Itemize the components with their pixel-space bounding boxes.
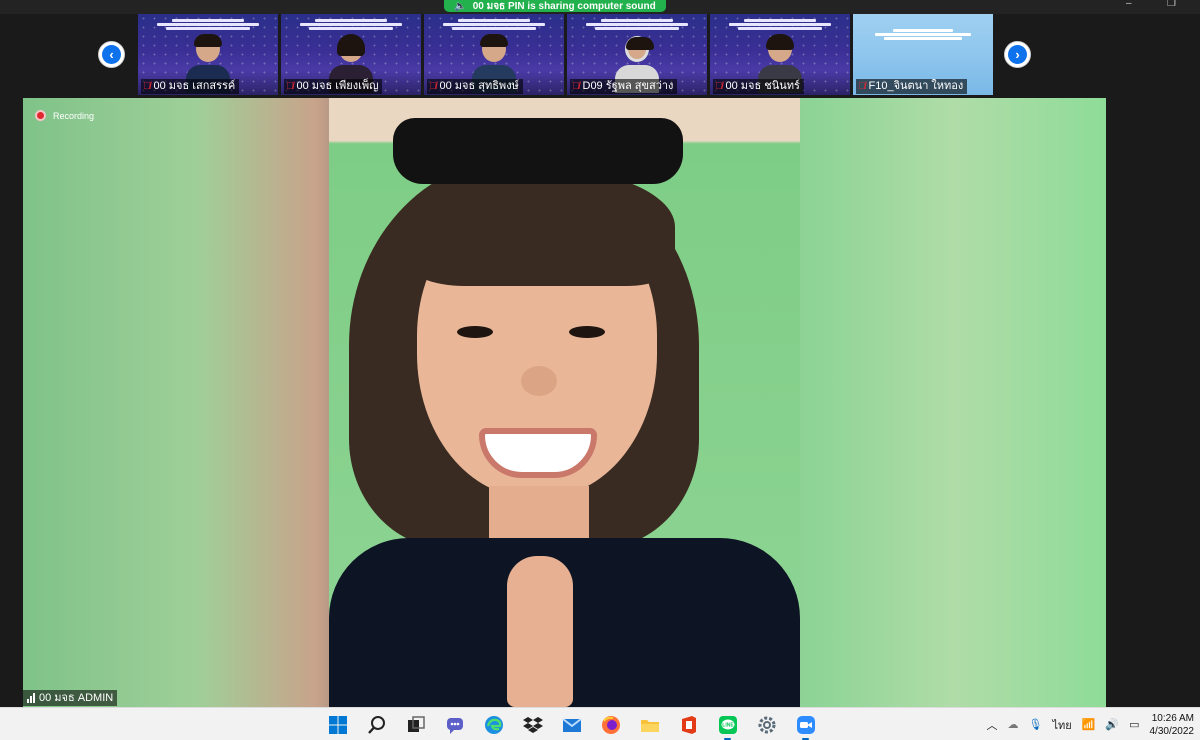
windows-taskbar: LINE ︿ ☁ 🎙 ไทย 📶 🔊 ▭ 10:26 AM 4/30/2022: [0, 707, 1200, 740]
sharing-sound-banner[interactable]: 🔈 00 มจธ PIN is sharing computer sound: [444, 0, 666, 12]
record-icon: [35, 110, 46, 121]
speaker-icon: 🔈: [454, 0, 467, 12]
mic-muted-icon: 🎙̸: [143, 81, 151, 92]
event-banner: [720, 18, 840, 32]
sharing-sound-text: 00 มจธ PIN is sharing computer sound: [472, 0, 656, 12]
participant-name-tag: 🎙̸ 00 มจธ สุทธิพงษ์: [427, 79, 523, 94]
office-icon: [681, 715, 696, 734]
folder-icon: [640, 719, 659, 732]
participant-tile[interactable]: 🎙̸ D09 รัฐพล สุขสว่าง: [567, 14, 707, 95]
participant-tile[interactable]: 🎙̸ 00 มจธ สุทธิพงษ์: [424, 14, 564, 95]
search-icon: [367, 715, 385, 734]
chevron-right-icon: ›: [1008, 45, 1027, 64]
system-tray: ︿ ☁ 🎙 ไทย 📶 🔊 ▭ 10:26 AM 4/30/2022: [986, 710, 1194, 739]
svg-text:LINE: LINE: [722, 722, 734, 728]
edge-icon: [484, 715, 503, 734]
office-button[interactable]: [674, 712, 703, 737]
gallery-prev-button[interactable]: ‹: [98, 41, 125, 68]
participant-name-tag: 🎙̸ D09 รัฐพล สุขสว่าง: [570, 79, 678, 94]
recording-indicator: Recording: [35, 110, 94, 121]
dropbox-icon: [522, 716, 543, 733]
settings-button[interactable]: [752, 712, 781, 737]
search-button[interactable]: [362, 712, 391, 737]
speaker-camera-feed: [329, 98, 800, 707]
line-button[interactable]: LINE: [713, 712, 742, 740]
participant-name-tag: 🎙̸ 00 มจธ เพียงเพ็ญ: [284, 79, 383, 94]
wifi-icon[interactable]: 📶: [1082, 718, 1096, 731]
event-banner: [291, 18, 411, 32]
chat-icon: [446, 717, 463, 734]
language-indicator[interactable]: ไทย: [1052, 716, 1071, 734]
sunglasses: [393, 118, 683, 184]
start-button[interactable]: [323, 712, 352, 737]
mic-muted-icon: 🎙̸: [858, 81, 866, 92]
event-banner: [148, 18, 268, 32]
recording-label: Recording: [53, 110, 95, 121]
speaker-name-tag: 00 มจธ ADMIN: [23, 690, 118, 706]
firefox-button[interactable]: [596, 712, 625, 737]
participant-tile[interactable]: 🎙̸ F10_จินตนา ใหทอง: [853, 14, 993, 95]
clock-time: 10:26 AM: [1151, 712, 1194, 724]
gear-icon: [758, 716, 775, 733]
task-view-icon: [407, 715, 425, 732]
signal-strength-icon: [27, 693, 35, 703]
event-banner: [863, 28, 983, 42]
microphone-icon[interactable]: 🎙: [1028, 718, 1042, 731]
participant-tile[interactable]: 🎙̸ 00 มจธ เพียงเพ็ญ: [281, 14, 421, 95]
hands: [507, 556, 573, 707]
mic-muted-icon: 🎙̸: [429, 81, 437, 92]
volume-icon[interactable]: 🔊: [1105, 718, 1119, 731]
participant-name-tag: 🎙̸ 00 มจธ เสกสรรค์: [141, 79, 240, 94]
battery-icon[interactable]: ▭: [1129, 718, 1139, 731]
minimize-button[interactable]: –: [1126, 0, 1132, 9]
mail-button[interactable]: [557, 712, 586, 737]
participant-tile[interactable]: 🎙̸ 00 มจธ เสกสรรค์: [138, 14, 278, 95]
dropbox-button[interactable]: [518, 712, 547, 737]
chat-button[interactable]: [440, 712, 469, 737]
zoom-button[interactable]: [791, 712, 820, 740]
restore-button[interactable]: ❐: [1167, 0, 1176, 9]
event-banner: [434, 18, 554, 32]
chevron-left-icon: ‹: [102, 45, 121, 64]
participant-name-tag: 🎙̸ F10_จินตนา ใหทอง: [856, 79, 968, 94]
windows-icon: [328, 715, 347, 734]
participant-name-tag: 🎙̸ 00 มจธ ชนินทร์: [713, 79, 804, 94]
mic-muted-icon: 🎙̸: [572, 81, 580, 92]
participant-thumbnails: 🎙̸ 00 มจธ เสกสรรค์ 🎙̸ 00 มจธ เพียงเพ็ญ 🎙̸ 0…: [138, 14, 993, 95]
task-view-button[interactable]: [401, 712, 430, 737]
clock[interactable]: 10:26 AM 4/30/2022: [1150, 712, 1195, 738]
participant-tile[interactable]: 🎙̸ 00 มจธ ชนินทร์: [710, 14, 850, 95]
mic-muted-icon: 🎙̸: [286, 81, 294, 92]
onedrive-icon[interactable]: ☁: [1007, 718, 1018, 731]
zoom-icon: [796, 715, 815, 734]
taskbar-apps: LINE: [323, 712, 820, 740]
gallery-next-button[interactable]: ›: [1004, 41, 1031, 68]
file-explorer-button[interactable]: [635, 712, 664, 737]
edge-button[interactable]: [479, 712, 508, 737]
mic-muted-icon: 🎙̸: [715, 81, 723, 92]
active-speaker-video[interactable]: Recording: [23, 98, 1106, 707]
chevron-up-icon[interactable]: ︿: [986, 717, 997, 733]
line-icon: LINE: [718, 715, 737, 734]
firefox-icon: [601, 715, 620, 734]
mail-icon: [561, 717, 582, 732]
clock-date: 4/30/2022: [1149, 725, 1195, 737]
event-banner: [577, 18, 697, 32]
